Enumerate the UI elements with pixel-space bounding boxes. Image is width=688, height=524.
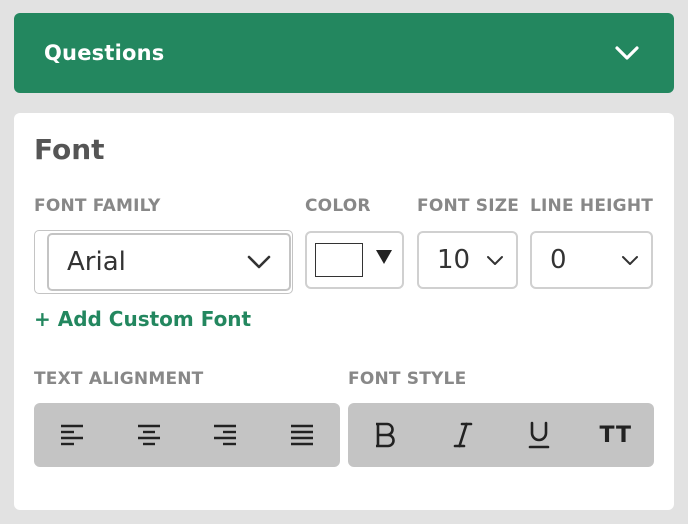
align-center-icon	[137, 424, 160, 446]
text-alignment-label: TEXT ALIGNMENT	[34, 369, 204, 389]
underline-icon	[528, 421, 550, 449]
chevron-down-icon	[622, 255, 638, 265]
font-size-select[interactable]: 10	[417, 231, 518, 289]
align-left-button[interactable]	[34, 403, 111, 467]
align-right-icon	[214, 424, 237, 446]
color-picker[interactable]	[305, 231, 404, 289]
italic-icon	[453, 422, 473, 448]
section-title: Font	[34, 133, 105, 166]
add-custom-font-link[interactable]: + Add Custom Font	[34, 307, 251, 331]
caret-down-icon	[376, 250, 392, 264]
uppercase-button[interactable]: TT	[578, 403, 655, 467]
line-height-label: LINE HEIGHT	[530, 196, 654, 216]
italic-button[interactable]	[425, 403, 502, 467]
text-alignment-group	[34, 403, 340, 467]
questions-header[interactable]: Questions	[14, 13, 674, 93]
font-style-group: TT	[348, 403, 654, 467]
color-label: COLOR	[305, 196, 371, 216]
align-justify-button[interactable]	[264, 403, 341, 467]
align-justify-icon	[290, 424, 313, 446]
chevron-down-icon	[487, 255, 503, 265]
chevron-down-icon[interactable]	[614, 45, 640, 61]
align-left-icon	[61, 424, 84, 446]
font-family-value: Arial	[67, 247, 126, 277]
font-family-label: FONT FAMILY	[34, 196, 161, 216]
underline-button[interactable]	[501, 403, 578, 467]
font-style-label: FONT STYLE	[348, 369, 467, 389]
font-size-value: 10	[437, 245, 471, 275]
font-family-field: Arial	[34, 230, 293, 294]
line-height-value: 0	[550, 245, 567, 275]
bold-icon	[376, 422, 395, 448]
align-center-button[interactable]	[111, 403, 188, 467]
header-title: Questions	[44, 41, 165, 65]
font-family-select[interactable]: Arial	[47, 233, 291, 291]
line-height-select[interactable]: 0	[530, 231, 653, 289]
chevron-down-icon	[247, 255, 271, 269]
uppercase-icon: TT	[599, 422, 633, 448]
align-right-button[interactable]	[187, 403, 264, 467]
font-size-label: FONT SIZE	[417, 196, 520, 216]
font-settings-panel: Font FONT FAMILY COLOR FONT SIZE LINE HE…	[14, 113, 674, 510]
color-swatch	[315, 243, 363, 277]
bold-button[interactable]	[348, 403, 425, 467]
